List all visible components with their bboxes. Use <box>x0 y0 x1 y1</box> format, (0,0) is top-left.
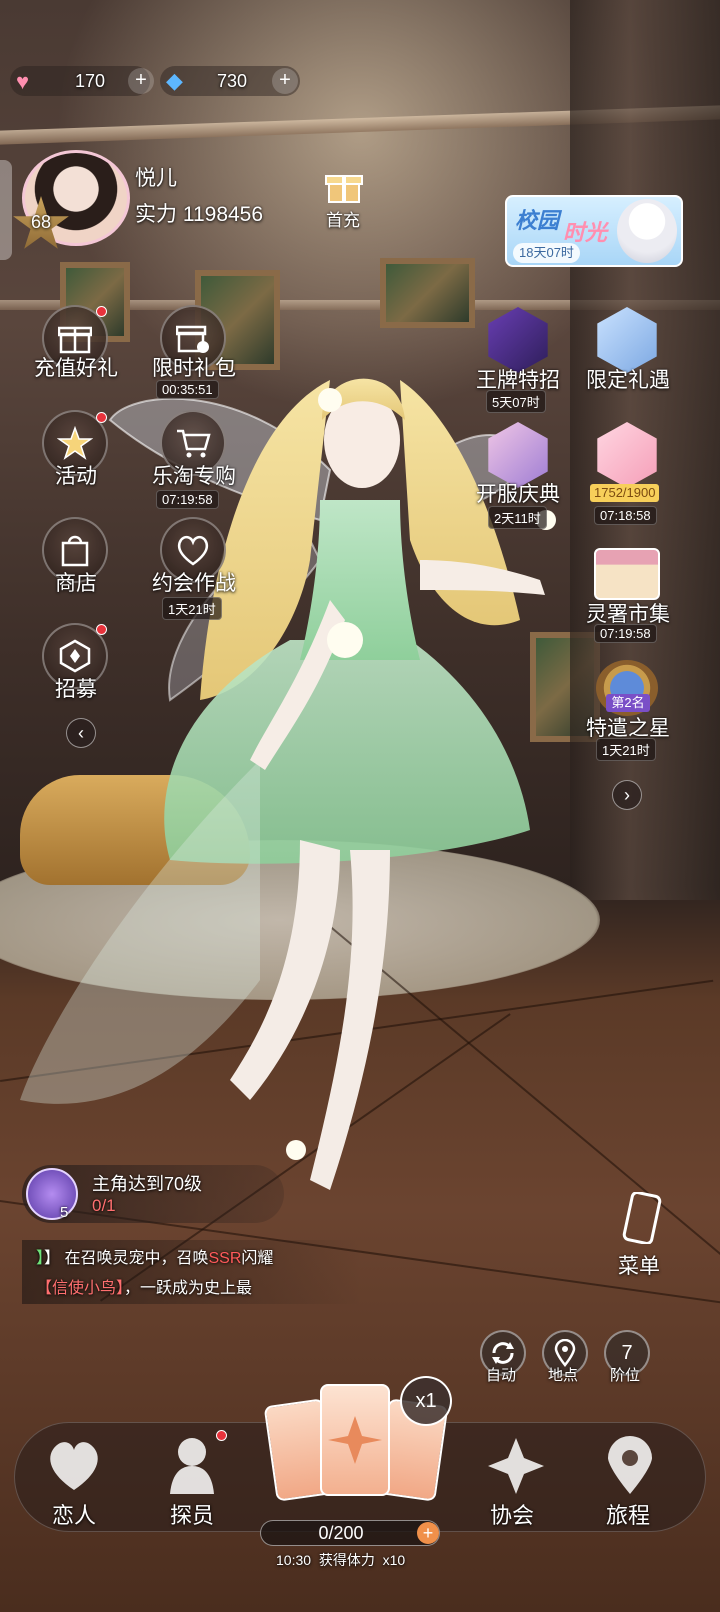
phone-menu-button[interactable] <box>620 1191 662 1245</box>
limited-pack-label: 限时礼包 <box>152 357 236 380</box>
diamonds-currency: ◆ 730 + <box>160 66 300 96</box>
nav-journey-label: 旅程 <box>606 1503 651 1528</box>
notification-dot <box>96 306 107 317</box>
stamina-note: 10:30 获得体力 x10 <box>276 1552 406 1568</box>
nav-agent-label: 探员 <box>170 1503 215 1528</box>
chat-name: 【信使小鸟】 <box>36 1280 125 1297</box>
diamonds-value: 730 <box>216 70 248 91</box>
letao-shop-timer: 07:19:58 <box>156 490 219 509</box>
expand-right-menu-button[interactable]: › <box>612 780 642 810</box>
date-battle-timer: 1天21时 <box>162 597 222 620</box>
heart-gem-icon: ♥ <box>16 69 30 94</box>
nav-lover-button[interactable] <box>44 1438 104 1494</box>
painting <box>380 258 475 328</box>
journey-pin-icon <box>608 1436 652 1494</box>
nav-journey-button[interactable] <box>600 1436 660 1496</box>
spirit-market-button[interactable] <box>594 548 660 600</box>
rank-value: 7 <box>621 1341 633 1364</box>
map-pin-icon <box>554 1339 576 1367</box>
collapse-left-menu-button[interactable]: ‹ <box>66 718 96 748</box>
special-star-rank: 第2名 <box>606 694 650 712</box>
sofa <box>20 775 250 885</box>
ace-recruit-timer: 5天07时 <box>486 390 546 413</box>
agent-silhouette-icon <box>170 1438 214 1494</box>
quest-crystal-icon <box>26 1168 78 1220</box>
spirit-market-timer: 07:19:58 <box>594 624 657 643</box>
chat-ticker[interactable]: 】】 在召唤灵宠中，召唤SSR闪耀 【信使小鸟】，一跃成为史上最 <box>22 1240 362 1304</box>
location-label: 地点 <box>548 1367 579 1384</box>
quest-progress: 0/1 <box>92 1196 116 1215</box>
recruit-label: 招募 <box>55 678 97 701</box>
gift-box-icon <box>58 326 92 354</box>
limited-pack-timer: 00:35:51 <box>156 380 219 399</box>
chat-ssr: SSR <box>208 1250 242 1267</box>
phone-menu-label: 菜单 <box>618 1255 660 1278</box>
card <box>320 1384 390 1496</box>
multiplier-badge[interactable]: x1 <box>400 1376 452 1426</box>
chat-bracket: 】 <box>36 1250 45 1267</box>
chat-line1-prefix: 】 在召唤灵宠中，召唤 <box>44 1250 209 1267</box>
star-icon <box>57 426 93 460</box>
stamina-value: 0/200 <box>318 1523 364 1543</box>
player-name: 悦儿 <box>135 167 177 190</box>
phone-icon <box>622 1191 662 1245</box>
limited-gift-label: 限定礼遇 <box>586 369 670 392</box>
notification-dot <box>96 624 107 635</box>
diamond-icon: ◆ <box>166 68 183 93</box>
notification-dot <box>96 412 107 423</box>
notification-dot <box>216 1430 227 1441</box>
activity-label: 活动 <box>55 465 97 488</box>
quest-title: 主角达到70级 <box>92 1174 203 1194</box>
chibi-character <box>617 199 677 263</box>
event-progress-value: 1752/1900 <box>590 484 660 502</box>
side-drawer-handle[interactable] <box>0 160 12 260</box>
rank-label: 阶位 <box>610 1367 641 1384</box>
auto-label: 自动 <box>486 1367 517 1384</box>
shop-label: 商店 <box>55 572 97 595</box>
first-recharge-label: 首充 <box>326 211 360 230</box>
flower-emblem-icon <box>328 1416 382 1464</box>
campus-time-banner[interactable]: 校园 时光 18天07时 <box>505 195 683 267</box>
chat-line2-rest: ，一跃成为史上最 <box>124 1280 253 1297</box>
recharge-gift-label: 充值好礼 <box>34 357 118 380</box>
special-star-timer: 1天21时 <box>596 738 656 761</box>
heart-portrait-icon <box>50 1442 98 1490</box>
first-recharge-button[interactable] <box>324 168 364 204</box>
add-hearts-button[interactable]: + <box>128 68 154 94</box>
nav-lover-label: 恋人 <box>52 1503 97 1528</box>
campus-timer: 18天07时 <box>513 243 580 263</box>
server-celebration-timer: 2天11时 <box>488 506 547 529</box>
letao-shop-label: 乐淘专购 <box>152 465 236 488</box>
hearts-currency: ♥ 170 + <box>10 66 154 96</box>
player-power: 实力 1198456 <box>135 203 264 226</box>
chat-line-2: 【信使小鸟】，一跃成为史上最 <box>36 1274 252 1298</box>
quest-badge: 5 <box>60 1204 69 1221</box>
stamina-bar: 0/200 + <box>260 1520 440 1546</box>
shopping-cart-icon <box>177 429 211 458</box>
gift-clock-icon <box>176 325 209 353</box>
event-progress-timer: 07:18:58 <box>594 506 657 525</box>
nav-agent-button[interactable] <box>162 1432 222 1494</box>
add-stamina-button[interactable]: + <box>417 1522 439 1544</box>
gift-box-icon <box>325 175 363 203</box>
server-celebration-label: 开服庆典 <box>476 483 560 506</box>
nav-guild-label: 协会 <box>490 1503 535 1528</box>
hearts-value: 170 <box>74 70 106 91</box>
heart-icon <box>177 535 209 566</box>
chat-line-1: 】】 在召唤灵宠中，召唤SSR闪耀 <box>36 1244 273 1268</box>
guild-star-icon <box>488 1438 544 1494</box>
add-diamonds-button[interactable]: + <box>272 68 298 94</box>
player-level: 68 <box>30 212 52 232</box>
date-battle-label: 约会作战 <box>152 572 236 595</box>
chat-line1-suffix: 闪耀 <box>241 1250 274 1267</box>
campus-title-a: 校园 <box>515 208 560 233</box>
nav-guild-button[interactable] <box>486 1436 546 1496</box>
recruit-card-icon <box>59 639 91 673</box>
shopping-bag-icon <box>61 535 89 567</box>
refresh-icon <box>492 1342 514 1364</box>
